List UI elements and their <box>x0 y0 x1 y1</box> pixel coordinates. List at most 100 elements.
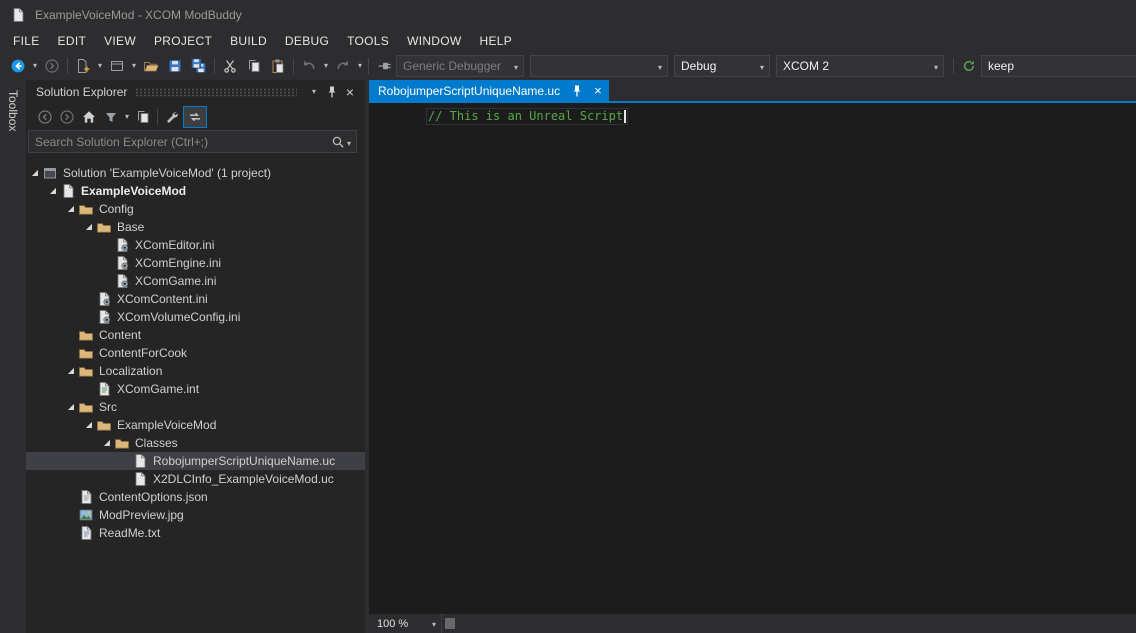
tree-item[interactable]: XComContent.ini <box>26 290 365 308</box>
new-item-button[interactable] <box>71 55 95 77</box>
tree-item[interactable]: ContentOptions.json <box>26 488 365 506</box>
menu-help[interactable]: HELP <box>471 32 522 50</box>
keep-combo[interactable]: keep <box>981 55 1136 77</box>
tree-item[interactable]: Solution 'ExampleVoiceMod' (1 project) <box>26 164 365 182</box>
toolbar-separator <box>953 58 954 74</box>
navigate-back-dropdown[interactable] <box>30 55 40 77</box>
menu-window[interactable]: WINDOW <box>398 32 470 50</box>
tree-item[interactable]: Src <box>26 398 365 416</box>
window-layout-button[interactable] <box>105 55 129 77</box>
tree-item[interactable]: ContentForCook <box>26 344 365 362</box>
tree-item[interactable]: ExampleVoiceMod <box>26 416 365 434</box>
search-options-dropdown[interactable] <box>347 133 356 151</box>
expand-arrow-icon[interactable] <box>82 223 96 231</box>
expand-arrow-icon[interactable] <box>64 367 78 375</box>
expand-arrow-icon[interactable] <box>64 205 78 213</box>
menu-tools[interactable]: TOOLS <box>338 32 398 50</box>
save-button[interactable] <box>163 55 187 77</box>
tree-item[interactable]: ExampleVoiceMod <box>26 182 365 200</box>
tree-item[interactable]: Localization <box>26 362 365 380</box>
expand-arrow-icon[interactable] <box>64 403 78 411</box>
tree-item[interactable]: Classes <box>26 434 365 452</box>
expand-arrow-icon[interactable] <box>46 187 60 195</box>
preview-selected-toggle[interactable] <box>183 105 207 128</box>
drag-grip[interactable] <box>135 87 297 97</box>
navigate-back-button[interactable] <box>6 55 30 77</box>
expand-arrow-icon[interactable] <box>28 169 42 177</box>
tree-item[interactable]: RobojumperScriptUniqueName.uc <box>26 452 365 470</box>
tree-item-label: ExampleVoiceMod <box>81 184 187 198</box>
solution-config-combo[interactable]: Debug <box>674 55 770 77</box>
expand-arrow-icon[interactable] <box>100 439 114 447</box>
tree-item[interactable]: XComGame.int <box>26 380 365 398</box>
chevron-down-icon <box>653 59 667 73</box>
undo-button[interactable] <box>297 55 321 77</box>
tree-item[interactable]: XComVolumeConfig.ini <box>26 308 365 326</box>
tree-item-label: ReadMe.txt <box>99 526 161 540</box>
filter-button[interactable] <box>100 107 122 127</box>
new-item-dropdown[interactable] <box>95 55 105 77</box>
horizontal-scrollbar[interactable] <box>442 614 1136 633</box>
project-icon <box>60 183 76 199</box>
navigate-forward-button[interactable] <box>40 55 64 77</box>
properties-button[interactable] <box>161 107 183 127</box>
chevron-down-icon <box>755 59 769 73</box>
scrollbar-thumb[interactable] <box>445 618 455 629</box>
toolbar-separator <box>368 58 369 74</box>
tree-item[interactable]: Config <box>26 200 365 218</box>
redo-dropdown[interactable] <box>355 55 365 77</box>
menu-debug[interactable]: DEBUG <box>276 32 338 50</box>
pin-tab-button[interactable] <box>569 83 585 99</box>
tree-item-label: Classes <box>135 436 178 450</box>
toolbar-separator <box>293 58 294 74</box>
tree-item[interactable]: XComEditor.ini <box>26 236 365 254</box>
folder-icon <box>114 435 130 451</box>
filter-dropdown[interactable] <box>122 106 132 128</box>
code-editor[interactable]: // This is an Unreal Script <box>369 103 1136 614</box>
close-tab-button[interactable] <box>594 84 602 98</box>
tree-item-label: Content <box>99 328 142 342</box>
close-panel-button[interactable] <box>341 83 359 101</box>
redo-button[interactable] <box>331 55 355 77</box>
open-folder-button[interactable] <box>139 55 163 77</box>
show-all-files-button[interactable] <box>132 107 154 127</box>
document-tab[interactable]: RobojumperScriptUniqueName.uc <box>369 80 609 101</box>
se-back-button[interactable] <box>34 107 56 127</box>
cut-button[interactable] <box>218 55 242 77</box>
search-icon[interactable] <box>329 133 347 151</box>
title-bar: ExampleVoiceMod - XCOM ModBuddy <box>0 0 1136 30</box>
platform-combo-value: XCOM 2 <box>783 59 830 73</box>
platform-combo[interactable]: XCOM 2 <box>776 55 944 77</box>
menu-build[interactable]: BUILD <box>221 32 276 50</box>
debug-target-combo[interactable] <box>530 55 668 77</box>
tree-item[interactable]: XComEngine.ini <box>26 254 365 272</box>
undo-dropdown[interactable] <box>321 55 331 77</box>
menu-view[interactable]: VIEW <box>95 32 145 50</box>
solution-config-value: Debug <box>681 59 717 73</box>
copy-button[interactable] <box>242 55 266 77</box>
paste-button[interactable] <box>266 55 290 77</box>
tree-item[interactable]: Base <box>26 218 365 236</box>
toolbox-tab[interactable]: Toolbox <box>6 80 20 633</box>
tree-item[interactable]: Content <box>26 326 365 344</box>
menu-edit[interactable]: EDIT <box>49 32 96 50</box>
window-layout-dropdown[interactable] <box>129 55 139 77</box>
se-forward-button[interactable] <box>56 107 78 127</box>
tree-item[interactable]: X2DLCInfo_ExampleVoiceMod.uc <box>26 470 365 488</box>
tree-item[interactable]: ReadMe.txt <box>26 524 365 542</box>
expand-arrow-icon[interactable] <box>82 421 96 429</box>
build-config-icon[interactable] <box>957 55 981 77</box>
menu-project[interactable]: PROJECT <box>145 32 221 50</box>
solution-explorer-header[interactable]: Solution Explorer <box>26 80 365 104</box>
solution-tree: Solution 'ExampleVoiceMod' (1 project) Ex… <box>26 158 365 633</box>
tree-item[interactable]: XComGame.ini <box>26 272 365 290</box>
tree-item[interactable]: ModPreview.jpg <box>26 506 365 524</box>
zoom-select[interactable]: 100 % <box>369 614 442 633</box>
save-all-button[interactable] <box>187 55 211 77</box>
menu-file[interactable]: FILE <box>4 32 49 50</box>
pin-button[interactable] <box>323 83 341 101</box>
search-input[interactable] <box>29 134 329 149</box>
debugger-combo[interactable]: Generic Debugger <box>396 55 524 77</box>
home-button[interactable] <box>78 107 100 127</box>
window-position-button[interactable] <box>305 83 323 101</box>
